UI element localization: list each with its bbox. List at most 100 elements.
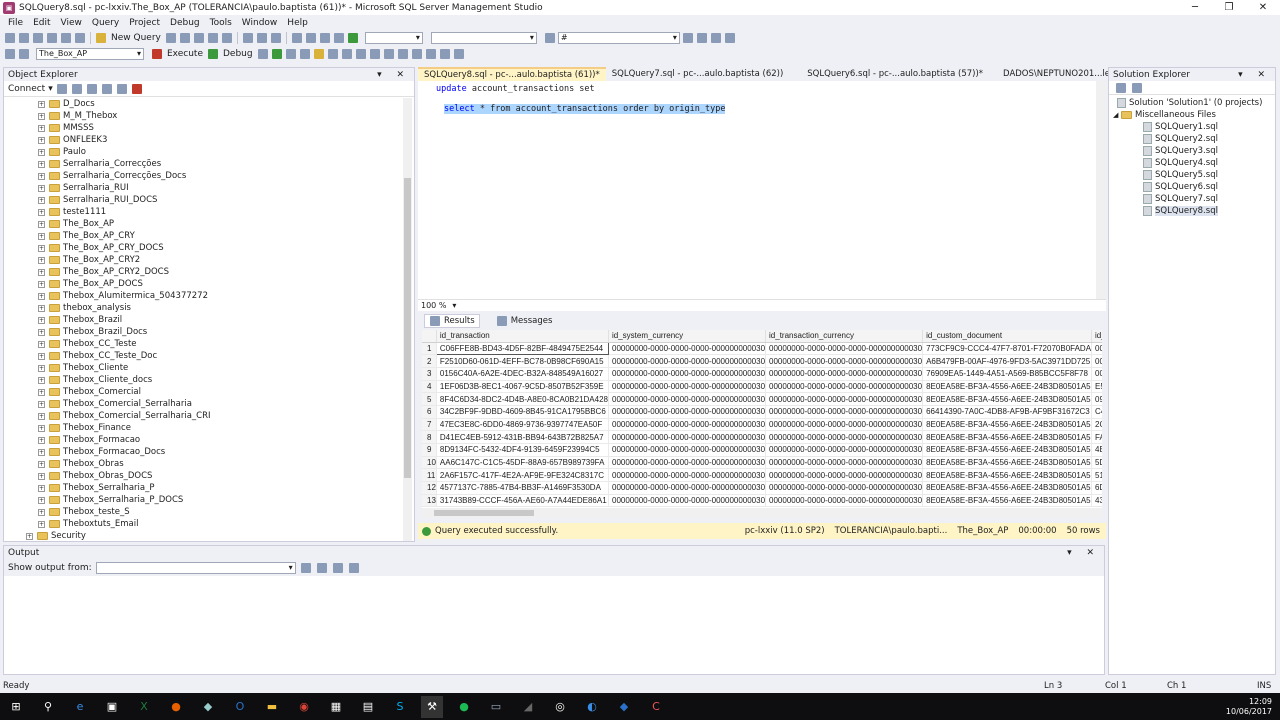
table-row[interactable]: 7 47EC3E8C-6DD0-4869-9736-9397747EA50F 000… (422, 418, 1102, 432)
expand-icon[interactable]: + (38, 160, 45, 168)
grid-cell[interactable]: 8E0EA58E-BF3A-4556-A6EE-24B3D80501A5 (922, 418, 1093, 432)
tree-item-database[interactable]: + Thebox_Brazil (4, 314, 404, 326)
tree-item-database[interactable]: + Thebox_Obras (4, 458, 404, 470)
results-to-grid-icon[interactable] (369, 49, 380, 59)
disconnect-icon[interactable] (71, 83, 82, 94)
column-header[interactable]: id_instance (1091, 330, 1102, 343)
forward-icon[interactable] (19, 33, 29, 43)
grid-cell[interactable]: 8E0EA58E-BF3A-4556-A6EE-24B3D80501A5 (922, 494, 1093, 508)
expand-icon[interactable]: + (38, 292, 45, 300)
uncomment-icon[interactable] (411, 49, 422, 59)
tree-scrollbar[interactable] (403, 98, 412, 541)
expand-icon[interactable]: + (38, 100, 45, 108)
grid-cell[interactable]: 00000000-0000-0000-0000-000000000030 (765, 354, 924, 368)
grid-cell[interactable]: 00000000-0000-0000-0000-000000000030 (608, 494, 767, 508)
tab-messages[interactable]: Messages (492, 315, 557, 327)
tree-item-database[interactable]: + The_Box_AP_DOCS (4, 278, 404, 290)
expand-icon[interactable]: + (38, 172, 45, 180)
menu-query[interactable]: Query (87, 18, 124, 28)
solution-file-item[interactable]: SQLQuery1.sql (1109, 121, 1275, 133)
search-icon[interactable]: ⚲ (37, 696, 59, 718)
tab-sqlquery8[interactable]: SQLQuery8.sql - pc-...aulo.baptista (61)… (418, 67, 606, 81)
app3-icon[interactable]: ▭ (485, 696, 507, 718)
column-header[interactable]: id_custom_document (922, 330, 1093, 343)
zoom-dropdown-icon[interactable]: ▾ (452, 301, 456, 310)
tree-item-database[interactable]: + Thebox_Comercial_Serralharia_CRI (4, 410, 404, 422)
expand-icon[interactable]: + (38, 388, 45, 396)
save-icon[interactable] (61, 33, 71, 43)
tree-item-database[interactable]: + Thebox_Cliente_docs (4, 374, 404, 386)
skype-icon[interactable]: S (389, 696, 411, 718)
grid-cell[interactable]: 8E0EA58E-BF3A-4556-A6EE-24B3D80501A5 (922, 380, 1093, 394)
expand-icon[interactable]: + (38, 244, 45, 252)
show-all-icon[interactable] (1132, 82, 1142, 93)
solution-config-dropdown[interactable]: ▾ (364, 32, 423, 44)
tree-item-database[interactable]: + Serralharia_Correcções (4, 158, 404, 170)
editor-scrollbar[interactable] (1096, 81, 1106, 299)
menu-view[interactable]: View (56, 18, 87, 28)
table-row[interactable]: 3 0156C40A-6A2E-4DEC-B32A-848549A16027 000… (422, 367, 1102, 381)
expand-icon[interactable]: + (38, 256, 45, 264)
solution-platform-dropdown[interactable]: ▾ (430, 32, 537, 44)
tree-item-database[interactable]: + teste1111 (4, 206, 404, 218)
grid-cell[interactable]: 8E0EA58E-BF3A-4556-A6EE-24B3D80501A5 (922, 392, 1093, 406)
grid-cell[interactable]: 00000000-0000-0000-0000-000000000030 (765, 443, 924, 457)
grid-cell[interactable]: 00000000- (1091, 354, 1102, 368)
grid-cell[interactable]: 00000000-0000-0000-0000-000000000030 (608, 380, 767, 394)
execute-button[interactable]: Execute (165, 49, 205, 59)
table-row[interactable]: 5 8F4C6D34-8DC2-4D4B-A8E0-8CA0B21DA428 000… (422, 392, 1102, 406)
column-header[interactable]: id_system_currency (608, 330, 767, 343)
grid-cell[interactable]: 00000000-0000-0000-0000-000000000030 (608, 468, 767, 483)
grid-cell[interactable]: 00000000-0000-0000-0000-000000000030 (608, 481, 767, 495)
grid-cell[interactable]: 00000000-0000-0000-0000-000000000030 (765, 380, 924, 394)
misc-files-folder[interactable]: ◢ Miscellaneous Files (1109, 109, 1275, 121)
grid-cell[interactable]: 47EC3E8C-6DD0-4869-9736-9397747EA50F (436, 418, 610, 432)
toolbox-icon[interactable] (710, 33, 721, 43)
db-engine-query-icon[interactable] (165, 33, 176, 43)
table-row[interactable]: 8 D41EC4EB-5912-431B-BB94-643B72B825A7 000… (422, 430, 1102, 444)
expand-icon[interactable]: + (38, 460, 45, 468)
grid-cell[interactable]: 8F4C6D34-8DC2-4D4B-A8E0-8CA0B21DA428 (436, 392, 610, 406)
expand-icon[interactable]: + (38, 124, 45, 132)
grid-cell[interactable]: 8D9134FC-5432-4DF4-9139-6459F23994C5 (436, 443, 610, 457)
expand-icon[interactable]: + (38, 148, 45, 156)
table-row[interactable]: 10 AA6C147C-C1C5-45DF-88A9-657B989739FA 00… (422, 456, 1102, 470)
grid-cell[interactable]: 00000000-0000-0000-0000-000000000030 (765, 367, 924, 381)
expand-icon[interactable]: + (38, 280, 45, 288)
tree-item-database[interactable]: + thebox_analysis (4, 302, 404, 314)
refresh-icon[interactable] (116, 83, 127, 94)
store-icon[interactable]: ▣ (101, 696, 123, 718)
connect-icon[interactable] (5, 49, 15, 59)
table-row[interactable]: 1 C06FFE8B-BD43-4D5F-82BF-4849475E2544 000… (422, 341, 1102, 356)
output-source-dropdown[interactable]: ▾ (95, 562, 296, 574)
object-explorer-icon[interactable] (696, 33, 707, 43)
results-to-file-icon[interactable] (383, 49, 394, 59)
grid-cell[interactable]: 00000000-0000-0000-0000-000000000030 (608, 418, 767, 432)
tree-item-database[interactable]: + Theboxtuts_Email (4, 518, 404, 530)
expand-icon[interactable]: + (38, 484, 45, 492)
start-icon[interactable] (347, 33, 358, 43)
expand-icon[interactable]: + (38, 400, 45, 408)
tree-item-database[interactable]: + Thebox_Alumitermica_504377272 (4, 290, 404, 302)
menu-help[interactable]: Help (282, 18, 313, 28)
tree-item-database[interactable]: + Thebox_Comercial_Serralharia (4, 398, 404, 410)
change-connection-icon[interactable] (19, 49, 29, 59)
results-to-text-icon[interactable] (355, 49, 366, 59)
debug-button[interactable]: Debug (221, 49, 255, 59)
tree-item-database[interactable]: + D_Docs (4, 98, 404, 110)
grid-cell[interactable]: 00000000-0000-0000-0000-000000000030 (765, 342, 924, 356)
windows-start-icon[interactable]: ⊞ (5, 696, 27, 718)
find-combo[interactable]: # ▾ (557, 32, 680, 44)
expand-icon[interactable]: + (38, 376, 45, 384)
grid-cell[interactable]: 00000000-0000-0000-0000-000000000030 (765, 456, 924, 470)
zoom-level[interactable]: 100 % (421, 301, 446, 310)
query-designer-icon[interactable] (299, 49, 310, 59)
find-icon[interactable] (333, 33, 344, 43)
app-icon[interactable]: ◆ (197, 696, 219, 718)
grid-cell[interactable]: FAE050F2- (1091, 430, 1102, 444)
connect-button[interactable]: Connect (8, 84, 45, 94)
word-wrap-icon[interactable] (348, 563, 359, 573)
cut-icon[interactable] (242, 33, 253, 43)
tree-item-database[interactable]: + Thebox_CC_Teste_Doc (4, 350, 404, 362)
connect-object-icon[interactable] (56, 83, 67, 94)
